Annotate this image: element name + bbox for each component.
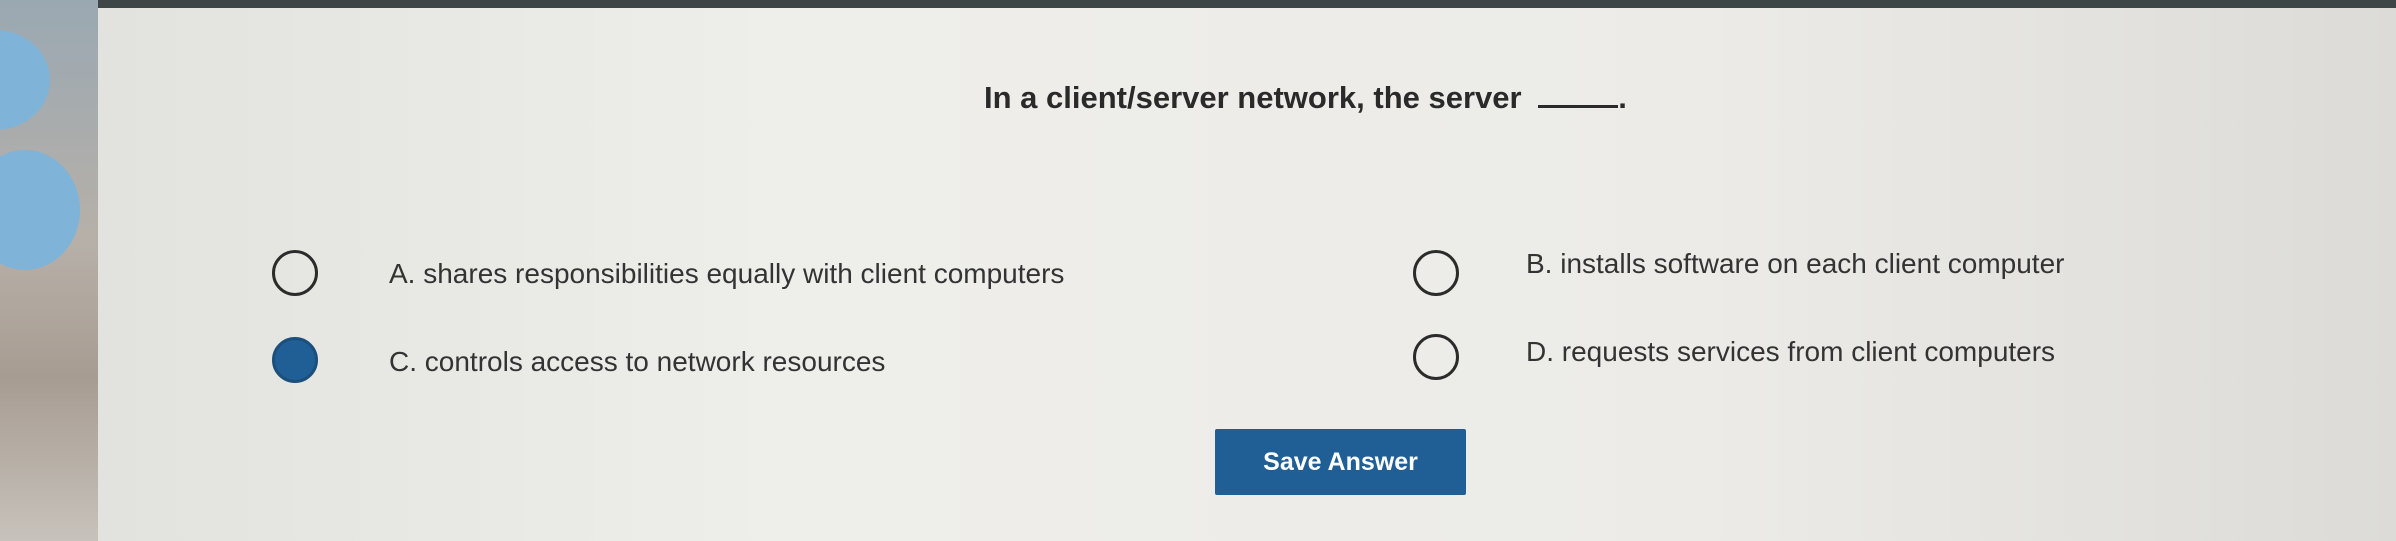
radio-c[interactable] — [272, 337, 318, 383]
save-answer-button[interactable]: Save Answer — [1215, 429, 1466, 495]
option-d-label[interactable]: D. requests services from client compute… — [1526, 336, 2055, 368]
option-c[interactable] — [272, 337, 318, 383]
option-a[interactable] — [272, 250, 318, 296]
background-shape — [0, 30, 50, 130]
question-stem: In a client/server network, the server — [984, 80, 1522, 115]
question-text: In a client/server network, the server . — [984, 80, 1627, 116]
question-suffix: . — [1618, 80, 1627, 115]
option-b-label[interactable]: B. installs software on each client comp… — [1526, 248, 2064, 280]
background-edge — [0, 0, 98, 541]
background-shape — [0, 150, 80, 270]
window-top-edge — [98, 0, 2396, 8]
radio-a[interactable] — [272, 250, 318, 296]
option-c-label[interactable]: C. controls access to network resources — [389, 346, 885, 378]
option-b[interactable] — [1413, 250, 1459, 296]
answer-blank — [1538, 103, 1619, 108]
quiz-panel: In a client/server network, the server .… — [98, 8, 2396, 541]
option-a-label[interactable]: A. shares responsibilities equally with … — [389, 258, 1064, 290]
radio-d[interactable] — [1413, 334, 1459, 380]
radio-b[interactable] — [1413, 250, 1459, 296]
option-d[interactable] — [1413, 334, 1459, 380]
